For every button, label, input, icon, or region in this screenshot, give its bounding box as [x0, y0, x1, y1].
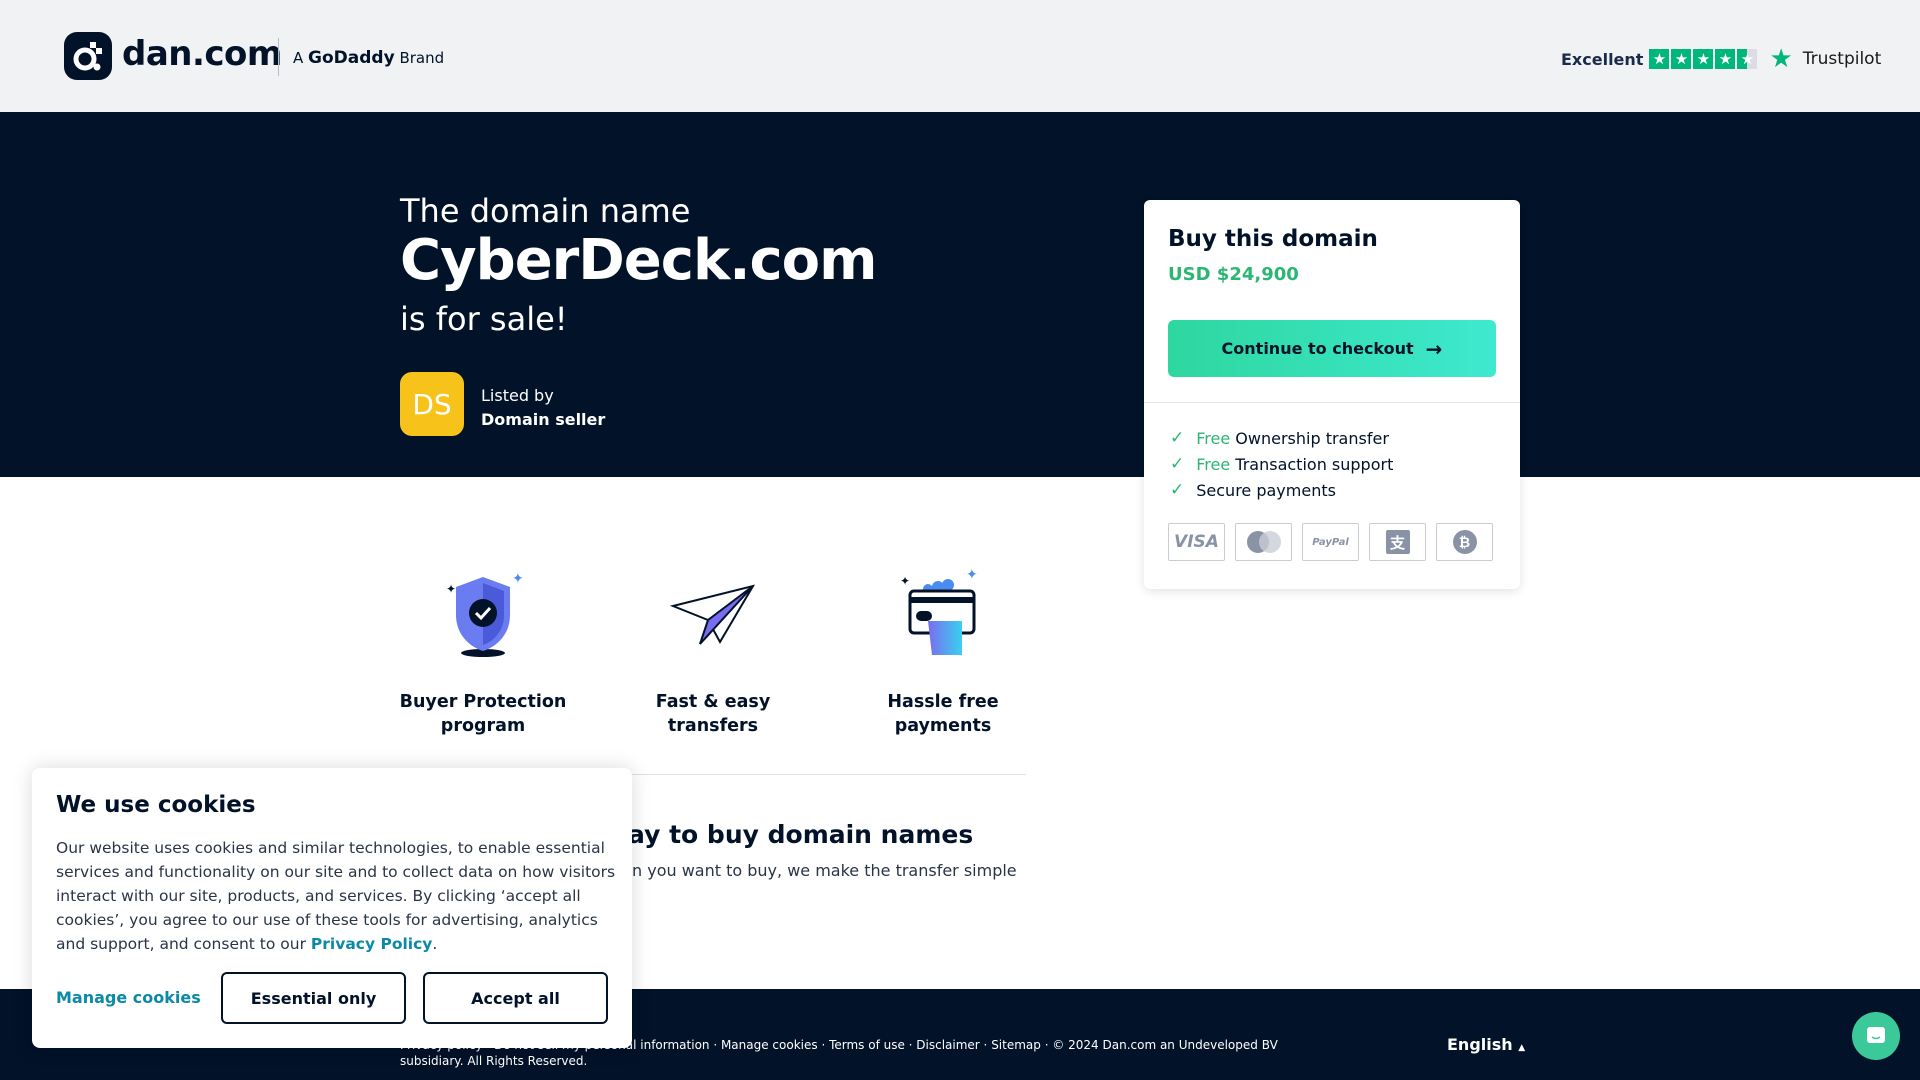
trustpilot-stars: ★ ★ ★ ★ ★ [1649, 49, 1759, 69]
card-hand-icon: ✦ ✦ [853, 565, 1033, 660]
hero [0, 112, 1920, 477]
cookie-title: We use cookies [56, 792, 256, 818]
svg-text:✦: ✦ [966, 567, 978, 583]
section-text: n you want to buy, we make the transfer … [632, 861, 1017, 880]
buy-card: Buy this domain USD $24,900 Continue to … [1144, 200, 1520, 589]
price: USD $24,900 [1168, 264, 1299, 285]
cookie-banner: We use cookies Our website uses cookies … [32, 768, 632, 1048]
essential-only-button[interactable]: Essential only [221, 972, 406, 1024]
svg-text:✦: ✦ [446, 582, 456, 596]
section-heading: ay to buy domain names [628, 820, 974, 849]
star-icon: ★ [1649, 49, 1670, 69]
domain-name: CyberDeck.com [400, 228, 877, 293]
feature-label: Buyer Protection program [399, 692, 567, 736]
hero-post: is for sale! [400, 300, 568, 338]
chat-button[interactable] [1852, 1012, 1900, 1060]
star-icon: ★ [1671, 49, 1692, 69]
seller-avatar: DS [400, 372, 464, 436]
trustpilot-name: Trustpilot [1802, 49, 1882, 69]
feature-item: ✓ Free Transaction support [1170, 454, 1394, 474]
feature-hassle-free: ✦ ✦ Hassle free payments [853, 565, 1033, 738]
checkout-label: Continue to checkout [1221, 339, 1414, 358]
feature-fast-transfers: Fast & easy transfers [623, 565, 803, 738]
svg-text:✦: ✦ [512, 571, 524, 587]
seller-name: Domain seller [481, 410, 606, 429]
dan-logo-icon[interactable] [64, 32, 112, 80]
star-icon: ★ [1693, 49, 1714, 69]
visa-icon: VISA [1168, 523, 1225, 561]
paypal-icon: PayPal [1302, 523, 1359, 561]
trustpilot-star-icon: ★ [1769, 44, 1793, 74]
chat-icon [1867, 1027, 1885, 1043]
svg-text:✦: ✦ [900, 574, 910, 588]
alipay-icon: 支 [1369, 523, 1426, 561]
seller-info: Listed by Domain seller [481, 384, 605, 432]
godaddy-brand: A GoDaddy Brand [293, 48, 445, 68]
star-icon: ★ [1715, 49, 1736, 69]
accept-all-button[interactable]: Accept all [423, 972, 608, 1024]
check-icon: ✓ [1170, 480, 1185, 500]
manage-cookies-button[interactable]: Manage cookies [56, 988, 201, 1007]
mastercard-icon [1235, 523, 1292, 561]
divider [1144, 402, 1520, 403]
logo-text[interactable]: dan.com [122, 34, 282, 74]
feature-item: ✓ Secure payments [1170, 480, 1336, 500]
check-icon: ✓ [1170, 454, 1185, 474]
feature-label: Fast & easy transfers [655, 692, 771, 736]
feature-label: Hassle free payments [887, 692, 999, 736]
caret-up-icon: ▲ [1518, 1043, 1526, 1053]
checkout-button[interactable]: Continue to checkout → [1168, 320, 1496, 377]
paper-plane-icon [623, 565, 803, 660]
arrow-right-icon: → [1425, 336, 1443, 361]
language-label: English [1447, 1035, 1513, 1054]
trustpilot-widget[interactable]: Excellent ★ ★ ★ ★ ★ ★ Trustpilot [1561, 44, 1881, 74]
privacy-policy-link[interactable]: Privacy Policy [311, 935, 433, 953]
header: dan.com A GoDaddy Brand Excellent ★ ★ ★ ★ ★ … [0, 0, 1920, 112]
cookie-body: Our website uses cookies and similar tec… [56, 839, 616, 953]
divider [278, 38, 279, 76]
listed-by-label: Listed by [481, 386, 554, 405]
language-selector[interactable]: English ▲ [1447, 1035, 1525, 1054]
check-icon: ✓ [1170, 428, 1185, 448]
bitcoin-icon: ₿ [1436, 523, 1493, 561]
card-title: Buy this domain [1168, 226, 1378, 252]
feature-buyer-protection: ✦ ✦ Buyer Protection program [393, 565, 573, 738]
feature-item: ✓ Free Ownership transfer [1170, 428, 1389, 448]
shield-check-icon: ✦ ✦ [393, 565, 573, 660]
half-star-icon: ★ [1737, 49, 1758, 69]
hero-pre: The domain name [400, 192, 691, 230]
trustpilot-rating-label: Excellent [1561, 49, 1644, 69]
